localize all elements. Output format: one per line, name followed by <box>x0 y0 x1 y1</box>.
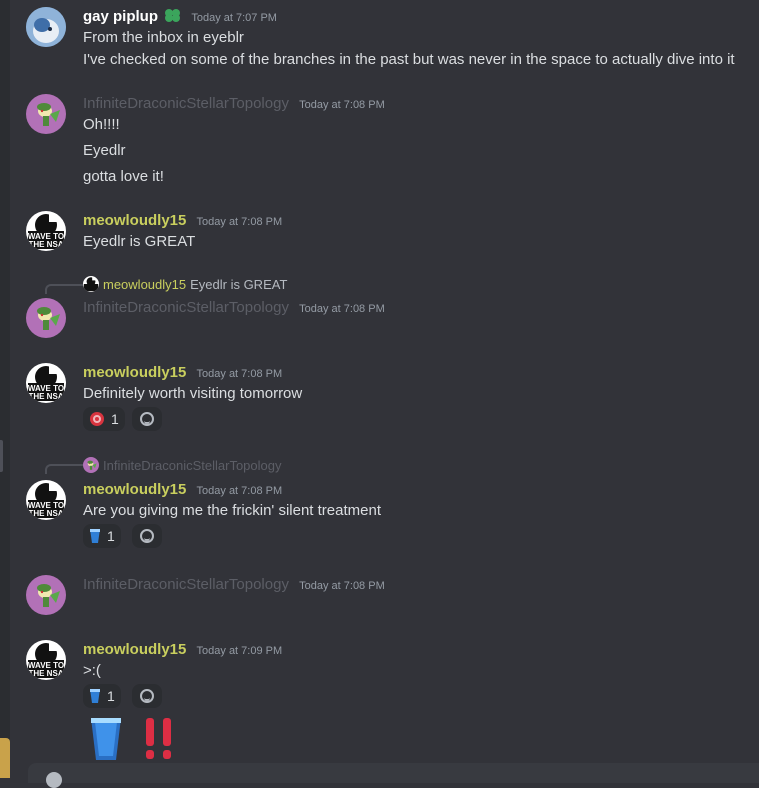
reply-author[interactable]: InfiniteDraconicStellarTopology <box>103 458 281 473</box>
avatar[interactable] <box>26 7 66 47</box>
smile-icon <box>140 689 154 703</box>
smile-icon <box>140 529 154 543</box>
reply-preview[interactable]: meowloudly15 Eyedlr is GREAT <box>83 276 287 292</box>
add-reaction-button[interactable] <box>132 684 162 708</box>
username-text[interactable]: meowloudly15 <box>83 641 186 658</box>
username-text[interactable]: meowloudly15 <box>83 364 186 381</box>
message-input-bar[interactable] <box>28 763 759 788</box>
username[interactable]: InfiniteDraconicStellarTopology Today at… <box>83 299 385 316</box>
username-text[interactable]: InfiniteDraconicStellarTopology <box>83 576 289 593</box>
red-target-emoji <box>90 412 104 426</box>
server-rail <box>0 0 10 778</box>
scroll-indicator <box>0 440 3 472</box>
message-text: Are you giving me the frickin' silent tr… <box>83 502 381 519</box>
reply-connector <box>45 284 83 294</box>
timestamp: Today at 7:08 PM <box>299 580 385 592</box>
username[interactable]: meowloudly15 Today at 7:08 PM <box>83 212 282 229</box>
avatar[interactable]: WAVE TO THE NSA <box>26 363 66 403</box>
username[interactable]: InfiniteDraconicStellarTopology Today at… <box>83 576 385 593</box>
svg-text:THE NSA: THE NSA <box>28 240 63 249</box>
reply-text[interactable]: Eyedlr is GREAT <box>190 277 287 292</box>
message-text: gotta love it! <box>83 168 164 185</box>
avatar[interactable]: WAVE TO THE NSA <box>26 211 66 251</box>
message-text: >:( <box>83 662 101 679</box>
blue-cup-emoji <box>91 718 121 760</box>
avatar[interactable] <box>26 298 66 338</box>
avatar <box>83 457 99 473</box>
reply-preview[interactable]: InfiniteDraconicStellarTopology <box>83 457 281 473</box>
add-attachment-icon[interactable] <box>46 772 62 788</box>
timestamp: Today at 7:08 PM <box>196 216 283 228</box>
reaction-pill[interactable]: 1 <box>83 407 125 431</box>
avatar[interactable]: WAVE TO THE NSA <box>26 640 66 680</box>
timestamp: Today at 7:09 PM <box>196 645 283 657</box>
svg-text:THE NSA: THE NSA <box>28 392 63 401</box>
double-exclamation-emoji <box>146 718 171 759</box>
message-text: I've checked on some of the branches in … <box>83 51 735 68</box>
reaction-count: 1 <box>107 528 115 544</box>
timestamp: Today at 7:07 PM <box>191 12 277 24</box>
svg-text:THE NSA: THE NSA <box>28 669 63 678</box>
username-text[interactable]: meowloudly15 <box>83 481 186 498</box>
username-text[interactable]: InfiniteDraconicStellarTopology <box>83 95 289 112</box>
reaction-count: 1 <box>107 688 115 704</box>
message-text: Definitely worth visiting tomorrow <box>83 385 303 402</box>
timestamp: Today at 7:08 PM <box>299 99 385 111</box>
avatar[interactable] <box>26 94 66 134</box>
username-text[interactable]: meowloudly15 <box>83 212 186 229</box>
username-text[interactable]: gay piplup <box>83 8 158 25</box>
svg-text:THE NSA: THE NSA <box>28 509 63 518</box>
reaction-pill[interactable]: 1 <box>83 524 121 548</box>
blue-cup-emoji <box>90 689 100 703</box>
reaction-count: 1 <box>111 411 119 427</box>
message-text: Oh!!!! <box>83 116 120 133</box>
username[interactable]: meowloudly15 Today at 7:09 PM <box>83 641 282 658</box>
message-text: Eyedlr <box>83 142 126 159</box>
username[interactable]: meowloudly15 Today at 7:08 PM <box>83 364 282 381</box>
message-text: From the inbox in eyeblr <box>83 29 244 46</box>
username-text[interactable]: InfiniteDraconicStellarTopology <box>83 299 289 316</box>
timestamp: Today at 7:08 PM <box>196 485 283 497</box>
reaction-pill[interactable]: 1 <box>83 684 121 708</box>
add-reaction-button[interactable] <box>132 407 162 431</box>
avatar[interactable]: WAVE TO THE NSA <box>26 480 66 520</box>
clover-badge-icon <box>165 9 181 22</box>
smile-icon <box>140 412 154 426</box>
username[interactable]: meowloudly15 Today at 7:08 PM <box>83 481 282 498</box>
username[interactable]: InfiniteDraconicStellarTopology Today at… <box>83 95 385 112</box>
reply-author[interactable]: meowloudly15 <box>103 277 186 292</box>
add-reaction-button[interactable] <box>132 524 162 548</box>
reply-connector <box>45 464 83 474</box>
avatar[interactable] <box>26 575 66 615</box>
avatar <box>83 276 99 292</box>
message-text: Eyedlr is GREAT <box>83 233 196 250</box>
username[interactable]: gay piplup Today at 7:07 PM <box>83 8 277 25</box>
timestamp: Today at 7:08 PM <box>299 303 385 315</box>
timestamp: Today at 7:08 PM <box>196 368 283 380</box>
rail-badge[interactable] <box>0 738 10 778</box>
blue-cup-emoji <box>90 529 100 543</box>
